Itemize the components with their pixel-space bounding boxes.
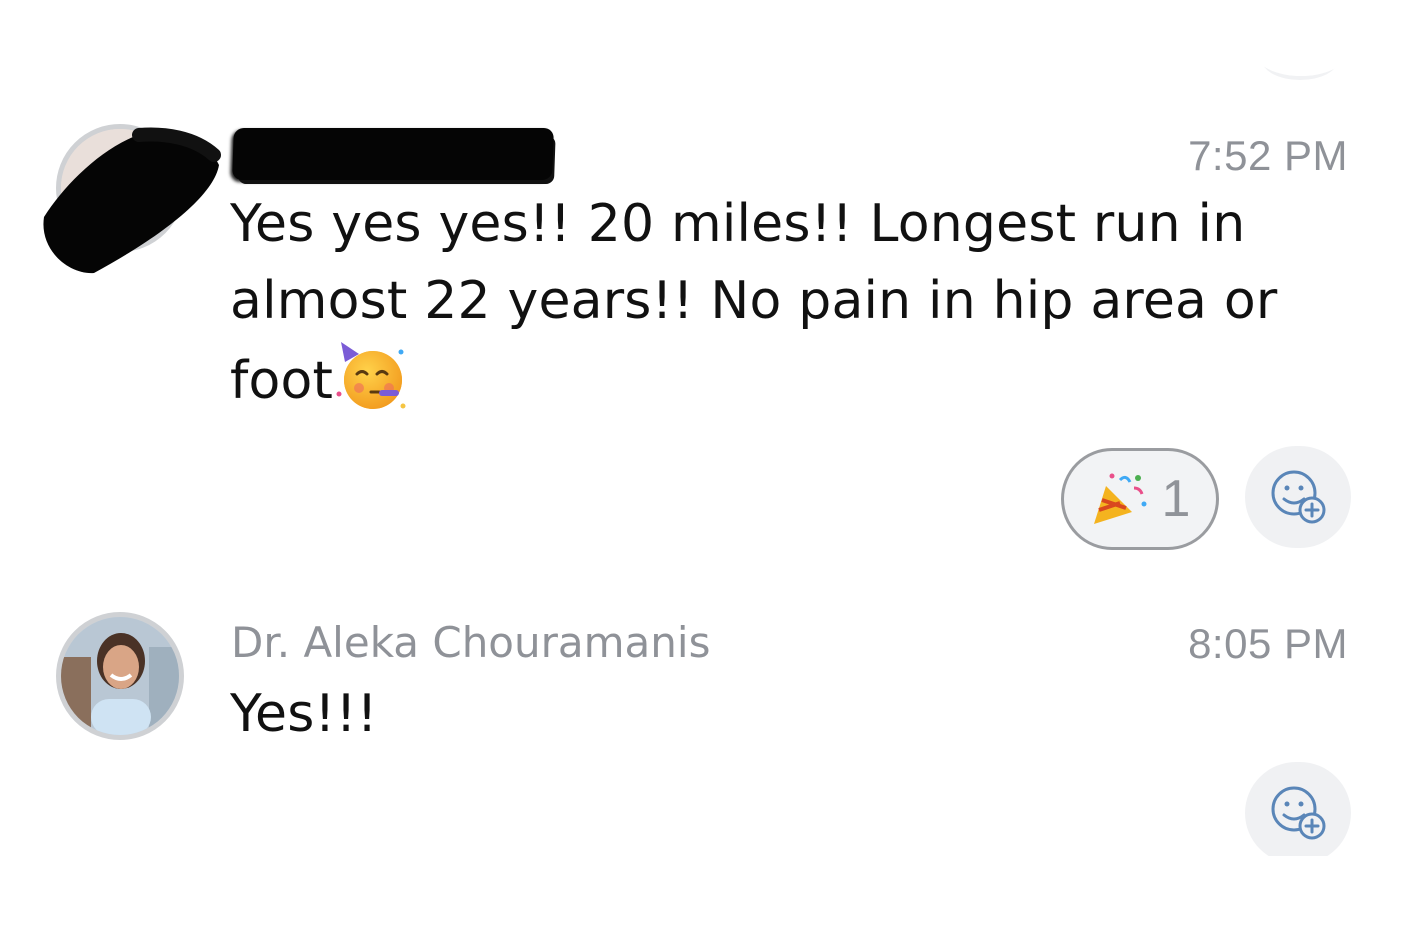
message-text: Yes yes yes!! 20 miles!! Longest run in … xyxy=(230,186,1340,420)
sender-name-redacted xyxy=(232,128,554,180)
sender-name: Dr. Aleka Chouramanis xyxy=(231,618,711,667)
avatar-redaction xyxy=(43,127,221,274)
partying-face-icon xyxy=(336,342,406,409)
party-popper-icon xyxy=(1093,473,1147,524)
previous-reaction-button-edge xyxy=(1262,40,1338,80)
message-timestamp: 7:52 PM xyxy=(1188,132,1348,179)
reaction-party-popper[interactable]: 1 xyxy=(1061,448,1219,550)
message-timestamp: 8:05 PM xyxy=(1188,620,1348,667)
add-reaction-button[interactable] xyxy=(1245,446,1351,548)
avatar-photo xyxy=(61,617,179,735)
message-text: Yes!!! xyxy=(230,684,378,744)
add-reaction-button[interactable] xyxy=(1245,762,1351,864)
reaction-count: 1 xyxy=(1161,470,1191,528)
avatar[interactable] xyxy=(56,612,184,740)
add-reaction-icon xyxy=(1271,786,1326,840)
add-reaction-icon xyxy=(1271,470,1326,524)
bottom-crop xyxy=(1230,856,1370,886)
